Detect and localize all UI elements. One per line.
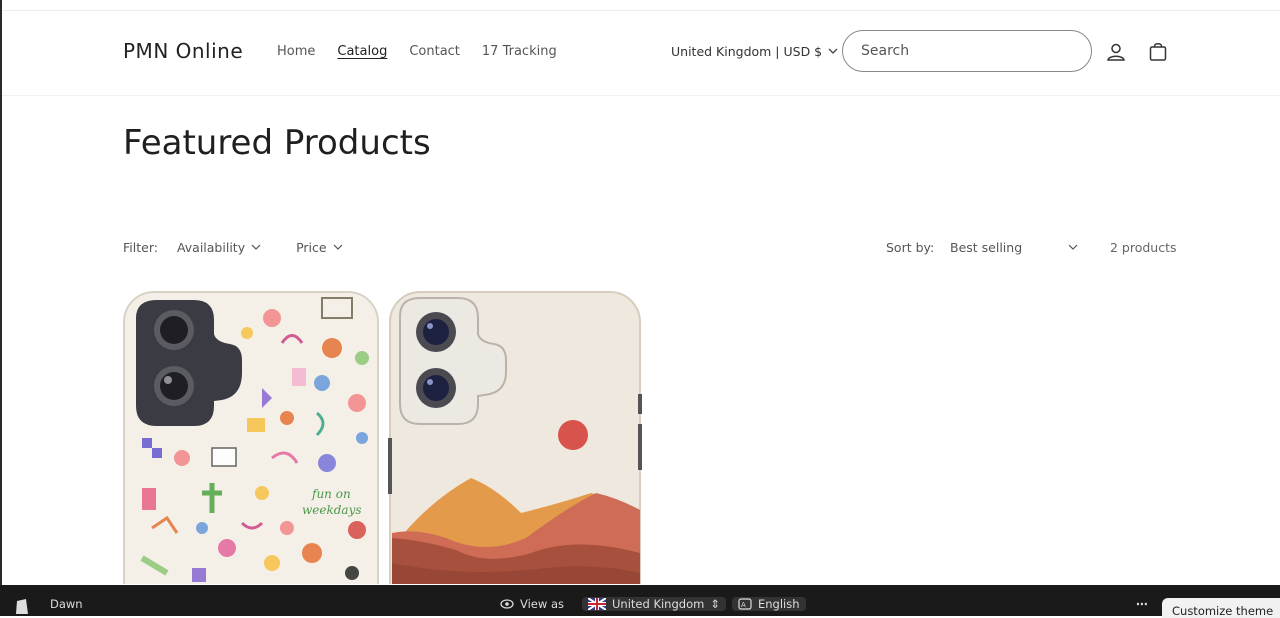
updown-icon: ⇕ bbox=[710, 597, 720, 611]
price-label: Price bbox=[296, 240, 327, 255]
chevron-down-icon bbox=[251, 244, 261, 250]
sort-select[interactable]: Best selling bbox=[950, 240, 1078, 255]
main-nav: Home Catalog Contact 17 Tracking bbox=[277, 44, 557, 59]
language-icon: A bbox=[738, 598, 752, 610]
product-card-doodle-case[interactable]: fun on weekdays bbox=[122, 288, 380, 584]
shopify-logo-icon bbox=[14, 597, 30, 615]
doodle-phone-case-image: fun on weekdays bbox=[123, 291, 379, 584]
availability-filter[interactable]: Availability bbox=[177, 240, 261, 255]
mountain-phone-case-image bbox=[388, 291, 642, 584]
price-filter[interactable]: Price bbox=[296, 240, 343, 255]
view-as-label: View as bbox=[520, 597, 564, 611]
filter-label: Filter: bbox=[123, 240, 158, 255]
svg-text:fun on: fun on bbox=[311, 487, 351, 501]
availability-label: Availability bbox=[176, 240, 246, 255]
theme-name: Dawn bbox=[50, 597, 83, 611]
filter-bar: Filter: Availability Price bbox=[123, 240, 343, 255]
product-count: 2 products bbox=[1110, 240, 1177, 255]
header-divider bbox=[2, 95, 1280, 96]
nav-contact[interactable]: Contact bbox=[409, 44, 460, 59]
more-options-icon[interactable]: ⋯ bbox=[1136, 597, 1148, 611]
search-input[interactable]: Search bbox=[842, 30, 1092, 72]
nav-home[interactable]: Home bbox=[277, 44, 315, 59]
chevron-down-icon bbox=[1068, 244, 1078, 250]
sort-label: Sort by: bbox=[886, 240, 935, 255]
site-header: PMN Online Home Catalog Contact 17 Track… bbox=[0, 11, 1280, 95]
chevron-down-icon bbox=[828, 48, 838, 54]
store-logo[interactable]: PMN Online bbox=[123, 39, 243, 63]
chevron-down-icon bbox=[333, 244, 343, 250]
nav-catalog[interactable]: Catalog bbox=[337, 44, 387, 59]
eye-icon bbox=[500, 599, 514, 609]
customize-theme-button[interactable]: Customize theme bbox=[1162, 598, 1280, 618]
country-preview-select[interactable]: United Kingdom ⇕ bbox=[582, 597, 726, 611]
nav-tracking[interactable]: 17 Tracking bbox=[482, 44, 557, 59]
language-label: English bbox=[758, 597, 800, 611]
svg-text:A: A bbox=[741, 601, 746, 609]
language-preview-select[interactable]: A English bbox=[732, 597, 806, 611]
country-label: United Kingdom bbox=[612, 597, 705, 611]
svg-text:weekdays: weekdays bbox=[302, 503, 362, 517]
page-title: Featured Products bbox=[123, 123, 431, 163]
view-as-control[interactable]: View as bbox=[500, 597, 564, 611]
sort-value: Best selling bbox=[950, 240, 1023, 255]
cart-icon[interactable] bbox=[1147, 41, 1169, 63]
account-icon[interactable] bbox=[1105, 41, 1127, 63]
theme-editor-bar: Dawn View as United Kingdom ⇕ A English … bbox=[0, 585, 1280, 618]
locale-label: United Kingdom | USD $ bbox=[671, 44, 823, 59]
product-card-mountain-case[interactable] bbox=[386, 288, 644, 584]
uk-flag-icon bbox=[588, 598, 606, 610]
country-currency-selector[interactable]: United Kingdom | USD $ bbox=[671, 44, 838, 59]
search-placeholder: Search bbox=[861, 43, 910, 59]
